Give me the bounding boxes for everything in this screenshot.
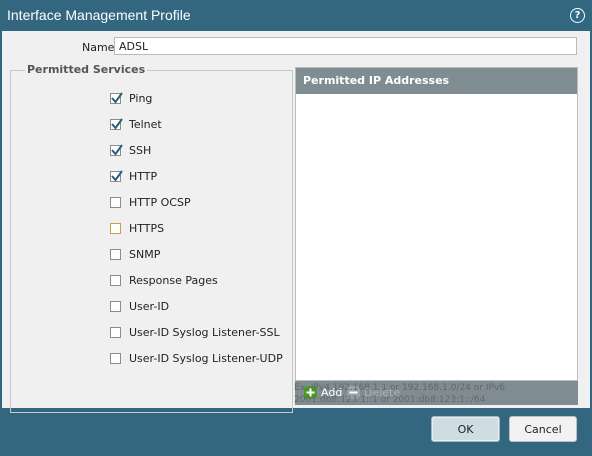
permitted-ip-header: Permitted IP Addresses — [296, 68, 577, 94]
service-checkbox[interactable] — [110, 117, 123, 130]
service-checkbox[interactable] — [110, 300, 121, 312]
service-label: HTTPS — [129, 221, 165, 235]
permitted-services-legend: Permitted Services — [25, 63, 148, 76]
service-checkbox[interactable] — [110, 169, 123, 182]
service-row-response-pages[interactable]: Response Pages — [110, 273, 218, 287]
ip-address-hint: Ex. IPv4 192.168.1.1 or 192.168.1.0/24 o… — [294, 383, 505, 405]
cancel-button[interactable]: Cancel — [509, 416, 577, 442]
name-input[interactable] — [114, 37, 577, 55]
service-row-https[interactable]: HTTPS — [110, 221, 164, 235]
service-checkbox[interactable] — [110, 326, 121, 338]
service-label: Ping — [129, 91, 153, 105]
service-label: HTTP — [129, 169, 158, 183]
service-checkbox[interactable] — [110, 352, 121, 364]
service-row-http-ocsp[interactable]: HTTP OCSP — [110, 195, 191, 209]
service-label: Telnet — [129, 117, 162, 131]
service-checkbox[interactable] — [110, 222, 121, 234]
service-checkbox[interactable] — [110, 91, 123, 104]
dialog-body: Name Permitted Services Permitted IP Add… — [2, 31, 590, 413]
name-label: Name — [82, 41, 115, 54]
service-label: HTTP OCSP — [129, 195, 191, 209]
service-label: SNMP — [129, 247, 161, 261]
service-label: Response Pages — [129, 273, 218, 287]
service-row-user-id[interactable]: User-ID — [110, 299, 169, 313]
service-row-ping[interactable]: Ping — [110, 91, 152, 105]
service-row-http[interactable]: HTTP — [110, 169, 157, 183]
help-icon[interactable]: ? — [570, 8, 585, 23]
service-label: User-ID Syslog Listener-SSL — [129, 325, 280, 339]
service-row-telnet[interactable]: Telnet — [110, 117, 162, 131]
service-checkbox[interactable] — [110, 143, 123, 156]
service-checkbox[interactable] — [110, 274, 121, 286]
service-row-user-id-syslog-listener-udp[interactable]: User-ID Syslog Listener-UDP — [110, 351, 283, 365]
service-label: SSH — [129, 143, 152, 157]
service-checkbox[interactable] — [110, 196, 121, 208]
ok-button[interactable]: OK — [431, 416, 500, 442]
service-row-snmp[interactable]: SNMP — [110, 247, 160, 261]
checkmark-icon — [111, 117, 123, 130]
service-checkbox[interactable] — [110, 248, 121, 260]
service-row-ssh[interactable]: SSH — [110, 143, 151, 157]
checkmark-icon — [111, 91, 123, 104]
service-label: User-ID — [129, 299, 170, 313]
service-label: User-ID Syslog Listener-UDP — [129, 351, 283, 365]
service-row-user-id-syslog-listener-ssl[interactable]: User-ID Syslog Listener-SSL — [110, 325, 280, 339]
title-bar: Interface Management Profile ? — [0, 0, 592, 31]
checkmark-icon — [111, 143, 123, 156]
interface-management-profile-dialog: Interface Management Profile ? Name Perm… — [0, 0, 592, 456]
checkmark-icon — [111, 169, 123, 182]
permitted-ip-panel: Permitted IP Addresses — [295, 67, 578, 381]
dialog-title: Interface Management Profile — [7, 7, 191, 23]
